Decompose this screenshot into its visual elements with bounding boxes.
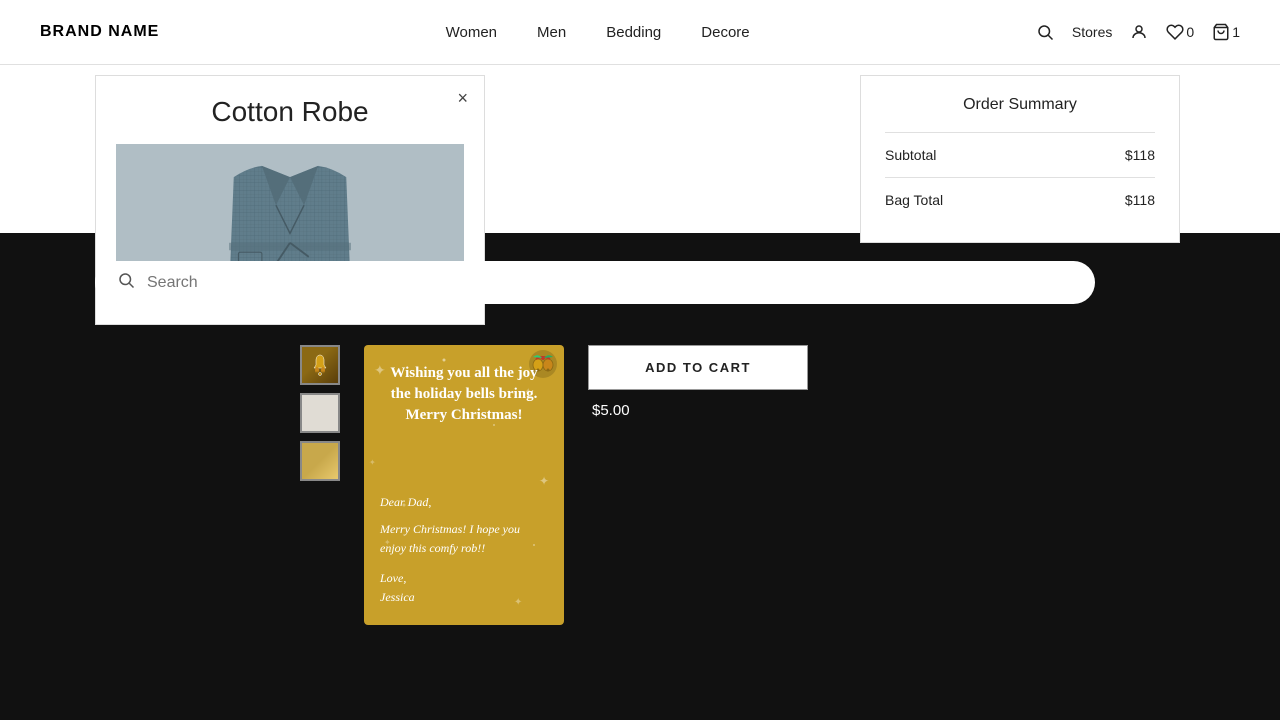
bag-total-value: $118	[1125, 192, 1155, 208]
search-icon	[117, 271, 135, 294]
gift-card-message: Merry Christmas! I hope you enjoy this c…	[380, 520, 548, 558]
nav-links: Women Men Bedding Decore	[446, 24, 750, 41]
bag-total-row: Bag Total $118	[885, 177, 1155, 222]
navbar: BRAND NAME Women Men Bedding Decore Stor…	[0, 0, 1280, 65]
nav-bedding[interactable]: Bedding	[606, 24, 661, 41]
search-icon[interactable]	[1036, 23, 1054, 41]
order-summary: Order Summary Subtotal $118 Bag Total $1…	[860, 75, 1180, 243]
brand-logo[interactable]: BRAND NAME	[40, 23, 159, 41]
gift-card-greeting: Dear Dad,	[380, 493, 548, 512]
popup-close-button[interactable]: ×	[457, 88, 468, 109]
thumbnail-list	[300, 345, 340, 481]
navbar-actions: Stores 0 1	[1036, 23, 1240, 41]
price-label: $5.00	[588, 402, 808, 419]
account-icon[interactable]	[1130, 23, 1148, 41]
bag-total-label: Bag Total	[885, 192, 943, 208]
cart-action: ADD TO CART $5.00	[588, 345, 808, 419]
gift-section: ✦ ✦ ✦ ✦ ✦ ✦	[300, 345, 808, 625]
stores-link[interactable]: Stores	[1072, 24, 1112, 40]
search-input[interactable]	[147, 274, 1073, 292]
search-bar	[95, 261, 1095, 304]
thumbnail-3[interactable]	[300, 441, 340, 481]
gift-card-heading: Wishing you all the joy the holiday bell…	[380, 363, 548, 426]
svg-text:✦: ✦	[539, 474, 549, 488]
cart-count: 1	[1232, 24, 1240, 40]
svg-text:✦: ✦	[369, 458, 376, 467]
main-area: × Cotton Robe	[0, 65, 1280, 720]
subtotal-value: $118	[1125, 147, 1155, 163]
wishlist-icon[interactable]: 0	[1166, 23, 1194, 41]
gift-card-body: Dear Dad, Merry Christmas! I hope you en…	[380, 493, 548, 607]
add-to-cart-button[interactable]: ADD TO CART	[588, 345, 808, 390]
order-summary-title: Order Summary	[885, 96, 1155, 114]
thumbnail-2[interactable]	[300, 393, 340, 433]
product-title: Cotton Robe	[116, 96, 464, 128]
nav-men[interactable]: Men	[537, 24, 566, 41]
gift-card: ✦ ✦ ✦ ✦ ✦ ✦	[364, 345, 564, 625]
nav-decore[interactable]: Decore	[701, 24, 749, 41]
nav-women[interactable]: Women	[446, 24, 497, 41]
wishlist-count: 0	[1186, 24, 1194, 40]
cart-icon[interactable]: 1	[1212, 23, 1240, 41]
subtotal-label: Subtotal	[885, 147, 936, 163]
search-bar-wrapper	[95, 261, 1095, 304]
gift-card-signature: Love, Jessica	[380, 569, 548, 607]
subtotal-row: Subtotal $118	[885, 132, 1155, 177]
thumbnail-1[interactable]	[300, 345, 340, 385]
